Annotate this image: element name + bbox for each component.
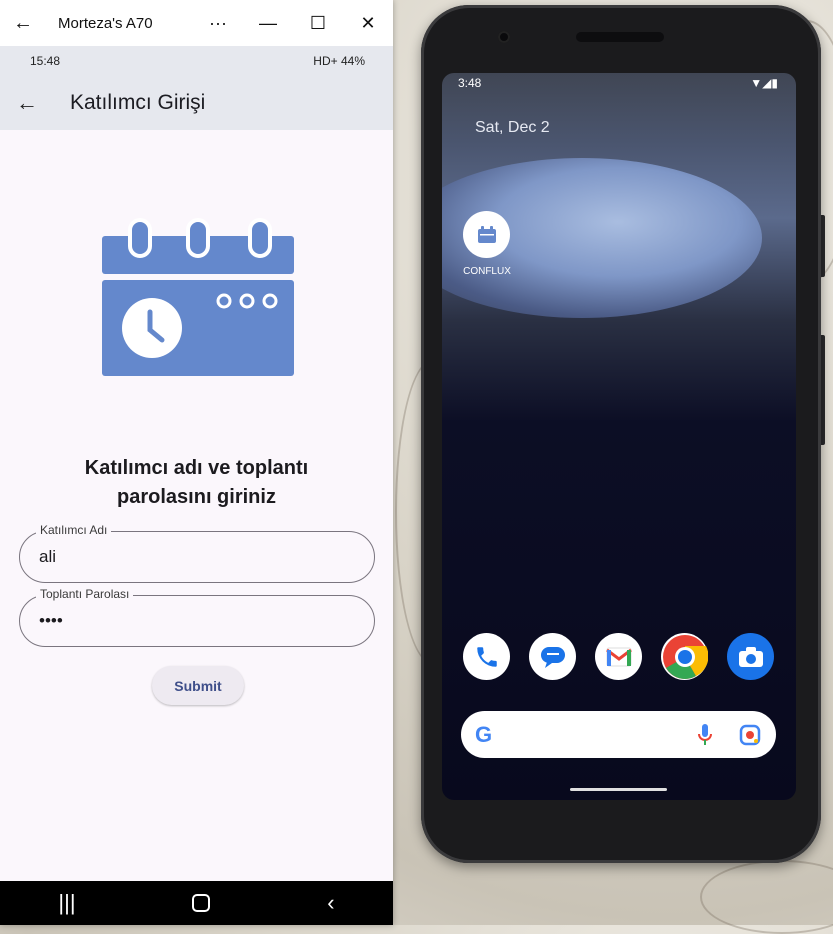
status-indicators: HD+ 44% — [313, 54, 365, 68]
chrome-icon[interactable] — [661, 633, 708, 680]
maximize-button[interactable]: ☐ — [293, 13, 343, 34]
gmail-icon[interactable] — [595, 633, 642, 680]
status-bar: 15:48 HD+ 44% — [0, 46, 393, 76]
arrow-left-icon[interactable]: ← — [0, 12, 46, 35]
phone-screen: 15:48 HD+ 44% ← Katılımcı Girişi Katılım… — [0, 46, 393, 881]
mirror-window: ← Morteza's A70 ··· — ☐ ✕ 15:48 HD+ 44% … — [0, 0, 393, 925]
microphone-icon[interactable] — [698, 723, 712, 747]
window-title: Morteza's A70 — [58, 14, 153, 32]
android-nav-bar: ||| ‹ — [0, 881, 393, 925]
status-time: 15:48 — [30, 54, 61, 68]
gesture-handle[interactable] — [570, 788, 667, 791]
nav-back-icon[interactable]: ‹ — [327, 890, 334, 916]
google-g-icon: G — [475, 722, 493, 747]
emulator-time: 3:48 — [458, 76, 482, 90]
recents-icon[interactable]: ||| — [58, 890, 75, 916]
front-camera — [498, 31, 510, 43]
meeting-password-value: •••• — [39, 611, 63, 630]
submit-button[interactable]: Submit — [152, 666, 244, 705]
instruction-heading: Katılımcı adı ve toplantı parolasını gir… — [84, 457, 309, 508]
messages-icon[interactable] — [529, 633, 576, 680]
camera-icon[interactable] — [727, 633, 774, 680]
window-titlebar: ← Morteza's A70 ··· — ☐ ✕ — [0, 0, 393, 46]
speaker-grille — [576, 32, 664, 42]
home-icon[interactable] — [192, 894, 211, 912]
participant-name-label: Katılımcı Adı — [36, 523, 112, 537]
phone-icon[interactable] — [463, 633, 510, 680]
lens-icon[interactable] — [739, 724, 761, 746]
back-arrow-icon[interactable]: ← — [0, 90, 54, 116]
google-search-bar[interactable]: G — [461, 711, 776, 758]
background-stroke — [700, 860, 833, 934]
signal-battery-icon: ▼◢▮ — [750, 76, 778, 90]
page-title: Katılımcı Girişi — [70, 91, 206, 114]
participant-name-value: ali — [39, 547, 57, 566]
calendar-clock-icon — [102, 218, 294, 376]
participant-name-field[interactable]: Katılımcı Adı ali — [19, 523, 375, 583]
meeting-password-label: Toplantı Parolası — [36, 587, 134, 601]
conflux-app-label: CONFLUX — [463, 266, 511, 277]
minimize-button[interactable]: — — [243, 13, 293, 34]
close-button[interactable]: ✕ — [343, 13, 393, 34]
emulator-status-bar: 3:48 ▼◢▮ — [458, 76, 778, 90]
home-date: Sat, Dec 2 — [475, 119, 550, 136]
more-button[interactable]: ··· — [193, 13, 243, 34]
conflux-app-icon[interactable] — [463, 211, 510, 258]
emulator-screen — [442, 73, 796, 800]
calendar-icon — [477, 225, 496, 243]
meeting-password-field[interactable]: Toplantı Parolası •••• — [19, 587, 375, 647]
app-bar: ← Katılımcı Girişi — [0, 76, 393, 130]
